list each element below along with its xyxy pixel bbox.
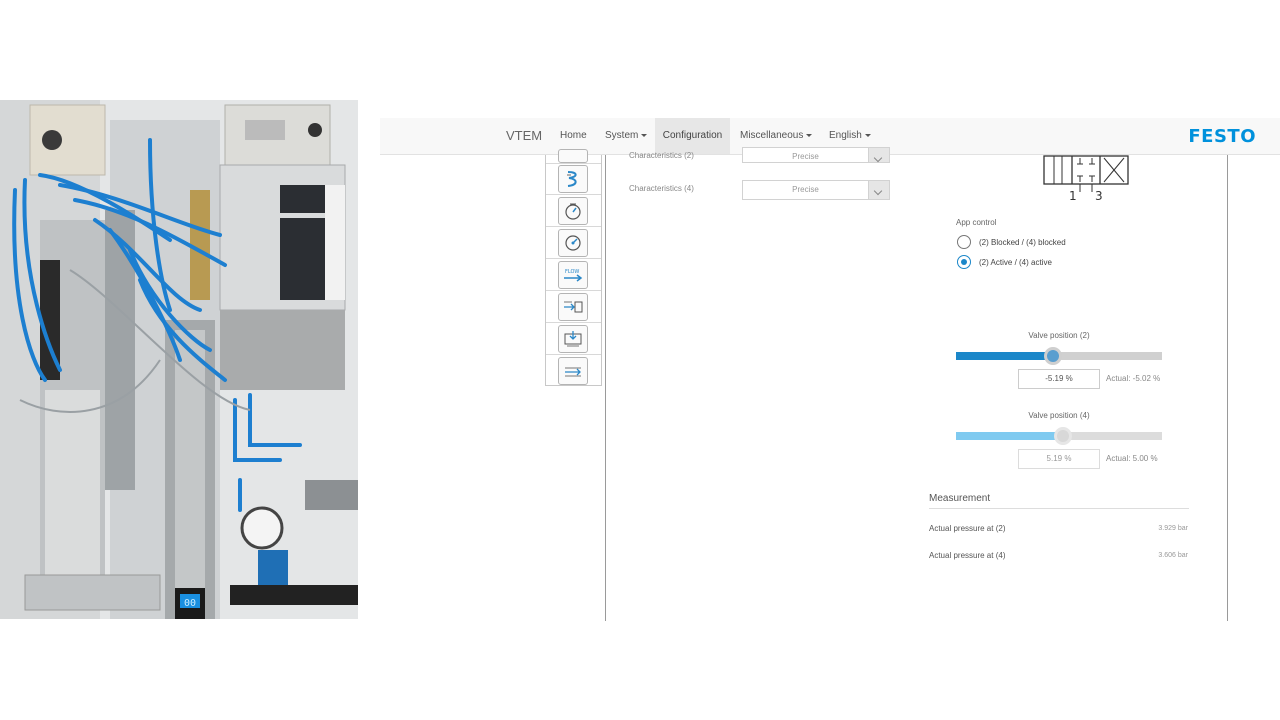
pressure-4-label: Actual pressure at (4) bbox=[929, 551, 1006, 560]
valve-2-actual: Actual: -5.02 % bbox=[1106, 374, 1161, 383]
pressure-4-value: 3.606 bar bbox=[1158, 552, 1188, 559]
gauge-icon bbox=[565, 203, 581, 220]
characteristics-4-value: Precise bbox=[792, 185, 819, 194]
svg-text:FLOW: FLOW bbox=[565, 269, 579, 275]
sidebar-button-app-select[interactable] bbox=[558, 165, 588, 193]
hardware-photo-drawing: 00 bbox=[0, 100, 358, 619]
pressure-2-value: 3.929 bar bbox=[1158, 525, 1188, 532]
chevron-down-icon bbox=[806, 133, 813, 137]
chevron-down-icon bbox=[641, 133, 648, 137]
brand-vtem[interactable]: VTEM bbox=[506, 128, 542, 143]
sidebar-button-valve[interactable] bbox=[558, 293, 588, 321]
valve-2-value-input[interactable]: -5.19 % bbox=[1018, 369, 1100, 389]
chevron-down-icon bbox=[868, 181, 889, 199]
content-left-border bbox=[605, 155, 606, 621]
valve-symbol-icon: 1 3 bbox=[1043, 155, 1129, 203]
sidebar-divider bbox=[546, 163, 601, 164]
measurement-divider bbox=[929, 508, 1189, 509]
characteristics-4-select[interactable]: Precise bbox=[742, 180, 890, 200]
valve-2-slider[interactable] bbox=[956, 347, 1162, 365]
port-1-label: 1 bbox=[1069, 189, 1077, 203]
festo-logo: FESTO bbox=[1188, 126, 1256, 147]
content-right-border bbox=[1227, 155, 1228, 621]
characteristics-4-label: Characteristics (4) bbox=[629, 184, 694, 193]
valve-2-title: Valve position (2) bbox=[1028, 331, 1090, 340]
radio-blocked[interactable] bbox=[957, 235, 971, 249]
characteristics-2-value: Precise bbox=[792, 152, 819, 161]
chevron-down-icon bbox=[868, 148, 889, 162]
sidebar-divider bbox=[546, 226, 601, 227]
port-3-label: 3 bbox=[1095, 189, 1103, 203]
valve-4-title: Valve position (4) bbox=[1028, 411, 1090, 420]
chevron-down-icon bbox=[864, 133, 871, 137]
valve-4-value-input[interactable]: 5.19 % bbox=[1018, 449, 1100, 469]
valve-arrow-icon bbox=[564, 301, 583, 313]
measurement-title: Measurement bbox=[929, 493, 991, 504]
sidebar-divider bbox=[546, 322, 601, 323]
function-sidebar: FLOW bbox=[545, 149, 602, 386]
valve-4-actual: Actual: 5.00 % bbox=[1106, 454, 1158, 463]
sidebar-button-leakage[interactable] bbox=[558, 357, 588, 385]
nav-system[interactable]: System bbox=[605, 118, 648, 154]
nav-system-label: System bbox=[605, 130, 639, 141]
sidebar-button-vacuum[interactable] bbox=[558, 325, 588, 353]
photo-display-text: 00 bbox=[184, 598, 196, 609]
app-select-icon bbox=[567, 171, 577, 187]
sidebar-button-pressure[interactable] bbox=[558, 197, 588, 225]
pressure-gauge-icon bbox=[565, 235, 581, 251]
sidebar-button-partial[interactable] bbox=[558, 149, 588, 163]
valve-2-slider-fill bbox=[956, 352, 1053, 360]
valve-2-slider-handle[interactable] bbox=[1044, 347, 1062, 365]
nav-language-label: English bbox=[829, 130, 862, 141]
nav-miscellaneous-label: Miscellaneous bbox=[740, 130, 804, 141]
pressure-2-label: Actual pressure at (2) bbox=[929, 524, 1006, 533]
radio-active-label: (2) Active / (4) active bbox=[979, 258, 1052, 267]
valve-4-slider-fill bbox=[956, 432, 1063, 440]
radio-active[interactable] bbox=[957, 255, 971, 269]
valve-4-slider[interactable] bbox=[956, 427, 1162, 445]
characteristics-2-label: Characteristics (2) bbox=[629, 151, 694, 160]
sidebar-divider bbox=[546, 290, 601, 291]
app-control-label: App control bbox=[956, 218, 997, 227]
nav-configuration[interactable]: Configuration bbox=[655, 118, 730, 154]
sidebar-button-pressure-control[interactable] bbox=[558, 229, 588, 257]
radio-blocked-label: (2) Blocked / (4) blocked bbox=[979, 238, 1066, 247]
sidebar-divider bbox=[546, 354, 601, 355]
characteristics-2-select[interactable]: Precise bbox=[742, 147, 890, 163]
leakage-arrow-icon bbox=[565, 367, 581, 377]
sidebar-button-flow[interactable]: FLOW bbox=[558, 261, 588, 289]
sidebar-divider bbox=[546, 194, 601, 195]
hardware-photo: 00 bbox=[0, 100, 358, 619]
vacuum-icon bbox=[564, 331, 582, 347]
flow-icon: FLOW bbox=[564, 269, 583, 282]
sidebar-divider bbox=[546, 258, 601, 259]
valve-4-slider-handle[interactable] bbox=[1054, 427, 1072, 445]
